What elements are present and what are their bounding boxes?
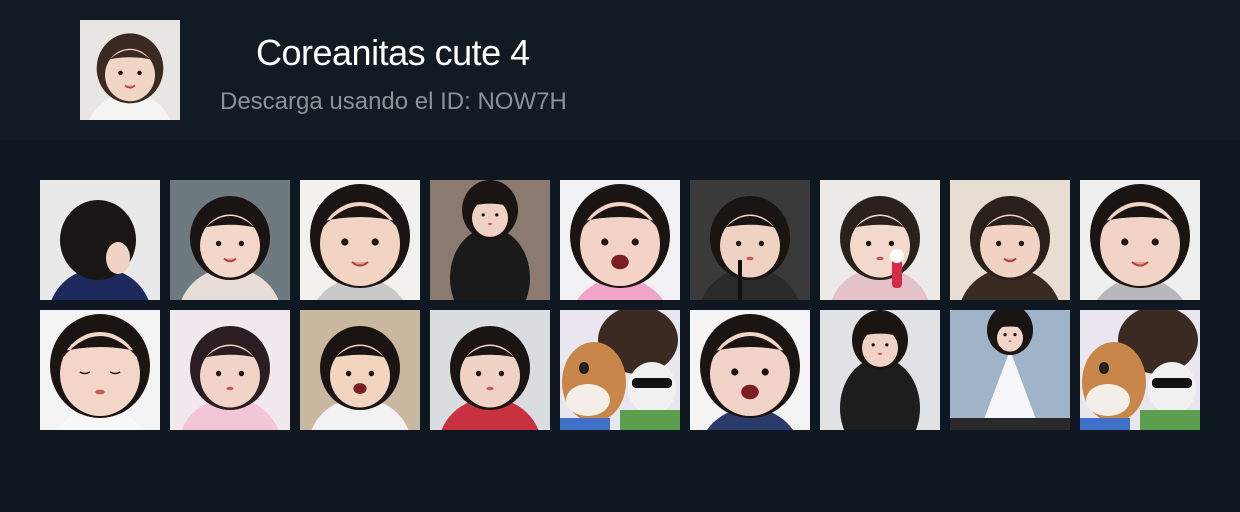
sticker-item[interactable] <box>170 180 290 300</box>
sticker-item[interactable] <box>1080 180 1200 300</box>
sticker-item[interactable] <box>40 310 160 430</box>
sticker-item[interactable] <box>690 310 810 430</box>
pack-thumbnail[interactable] <box>80 20 180 120</box>
sticker-item[interactable] <box>820 180 940 300</box>
sticker-item[interactable] <box>40 180 160 300</box>
sticker-item[interactable] <box>430 310 550 430</box>
sticker-item[interactable] <box>950 180 1070 300</box>
sticker-grid <box>40 180 1200 430</box>
pack-title: Coreanitas cute 4 <box>256 32 530 73</box>
sticker-item[interactable] <box>170 310 290 430</box>
sticker-item[interactable] <box>560 310 680 430</box>
sticker-item[interactable] <box>690 180 810 300</box>
pack-download-id: Descarga usando el ID: NOW7H <box>220 88 567 115</box>
sticker-item[interactable] <box>430 180 550 300</box>
sticker-item[interactable] <box>950 310 1070 430</box>
sticker-item[interactable] <box>560 180 680 300</box>
sticker-item[interactable] <box>300 180 420 300</box>
sticker-item[interactable] <box>820 310 940 430</box>
sticker-item[interactable] <box>300 310 420 430</box>
sticker-item[interactable] <box>1080 310 1200 430</box>
pack-header: Coreanitas cute 4 Descarga usando el ID:… <box>0 0 1240 140</box>
